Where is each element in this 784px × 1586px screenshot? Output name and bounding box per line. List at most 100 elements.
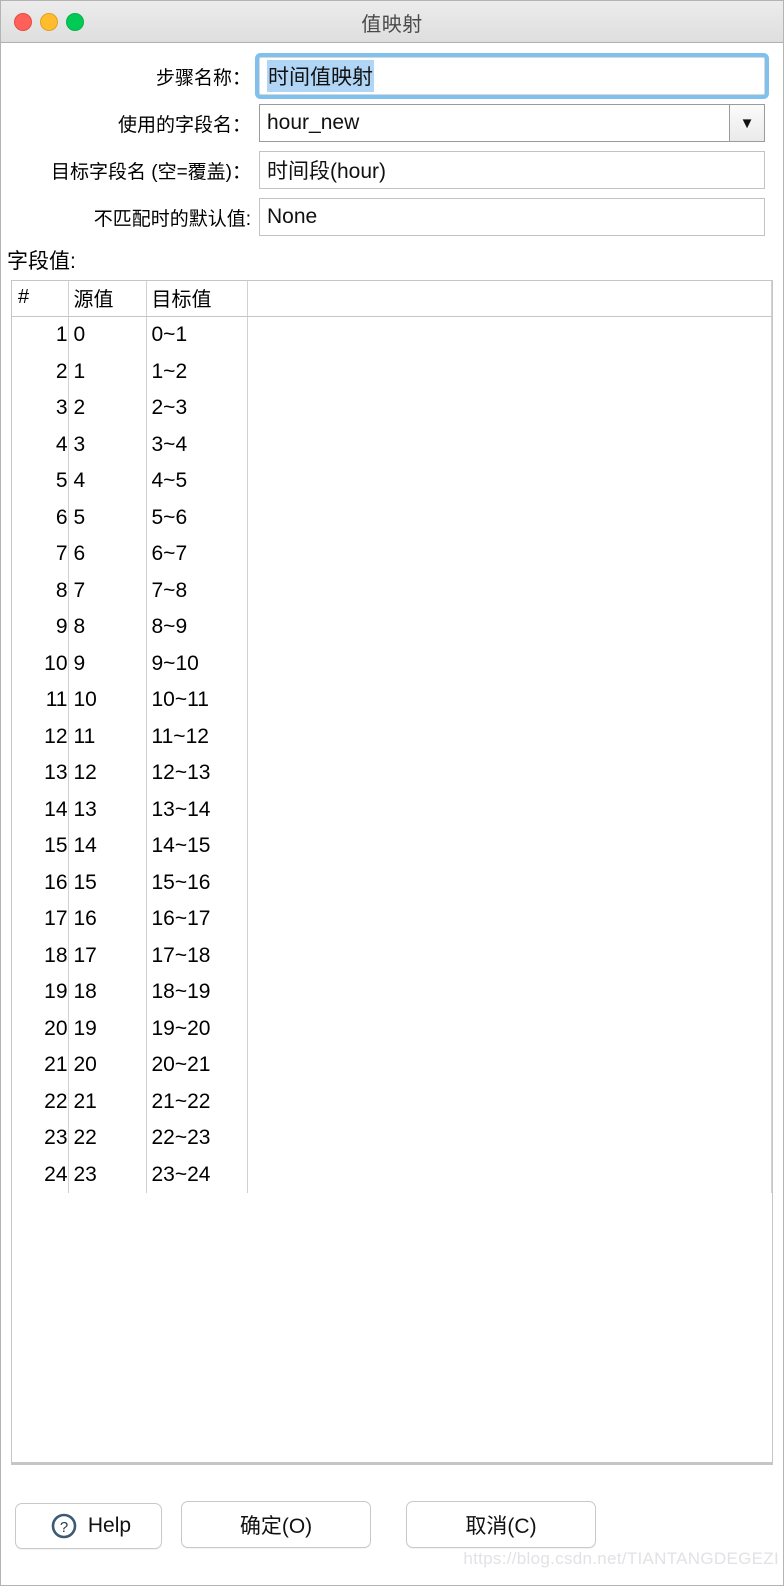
table-row[interactable]: 10 9 9~10 bbox=[12, 645, 772, 682]
cell-index[interactable]: 9 bbox=[12, 609, 69, 646]
cell-index[interactable]: 11 bbox=[12, 682, 69, 719]
table-row[interactable]: 5 4 4~5 bbox=[12, 463, 772, 500]
cell-source[interactable]: 18 bbox=[68, 974, 147, 1011]
cell-source[interactable]: 1 bbox=[68, 353, 147, 390]
cell-filler[interactable] bbox=[247, 718, 772, 755]
ok-button[interactable]: 确定(O) bbox=[181, 1501, 371, 1548]
cell-index[interactable]: 14 bbox=[12, 791, 69, 828]
table-row[interactable]: 9 8 8~9 bbox=[12, 609, 772, 646]
cell-target[interactable]: 5~6 bbox=[146, 499, 248, 536]
cell-filler[interactable] bbox=[247, 791, 772, 828]
cell-index[interactable]: 4 bbox=[12, 426, 69, 463]
cell-source[interactable]: 22 bbox=[68, 1120, 147, 1157]
cell-source[interactable]: 19 bbox=[68, 1010, 147, 1047]
table-row[interactable]: 1 0 0~1 bbox=[12, 316, 772, 354]
cell-filler[interactable] bbox=[247, 901, 772, 938]
column-header-source[interactable]: 源值 bbox=[68, 281, 147, 317]
cell-target[interactable]: 11~12 bbox=[146, 718, 248, 755]
cell-target[interactable]: 9~10 bbox=[146, 645, 248, 682]
cell-source[interactable]: 8 bbox=[68, 609, 147, 646]
cell-index[interactable]: 16 bbox=[12, 864, 69, 901]
cell-index[interactable]: 20 bbox=[12, 1010, 69, 1047]
cell-index[interactable]: 22 bbox=[12, 1083, 69, 1120]
cell-source[interactable]: 11 bbox=[68, 718, 147, 755]
cell-index[interactable]: 2 bbox=[12, 353, 69, 390]
cell-index[interactable]: 21 bbox=[12, 1047, 69, 1084]
table-row[interactable]: 14 13 13~14 bbox=[12, 791, 772, 828]
cell-source[interactable]: 3 bbox=[68, 426, 147, 463]
cell-source[interactable]: 5 bbox=[68, 499, 147, 536]
cell-index[interactable]: 19 bbox=[12, 974, 69, 1011]
cell-target[interactable]: 16~17 bbox=[146, 901, 248, 938]
cell-filler[interactable] bbox=[247, 1083, 772, 1120]
cell-index[interactable]: 17 bbox=[12, 901, 69, 938]
cell-filler[interactable] bbox=[247, 828, 772, 865]
cell-index[interactable]: 1 bbox=[12, 316, 69, 354]
table-row[interactable]: 6 5 5~6 bbox=[12, 499, 772, 536]
cell-index[interactable]: 13 bbox=[12, 755, 69, 792]
table-row[interactable]: 21 20 20~21 bbox=[12, 1047, 772, 1084]
cell-target[interactable]: 7~8 bbox=[146, 572, 248, 609]
cell-filler[interactable] bbox=[247, 353, 772, 390]
cell-source[interactable]: 16 bbox=[68, 901, 147, 938]
table-row[interactable]: 4 3 3~4 bbox=[12, 426, 772, 463]
chevron-down-icon[interactable]: ▼ bbox=[729, 105, 764, 141]
cell-target[interactable]: 20~21 bbox=[146, 1047, 248, 1084]
cell-source[interactable]: 17 bbox=[68, 937, 147, 974]
help-button[interactable]: ? Help bbox=[15, 1503, 162, 1549]
cell-source[interactable]: 12 bbox=[68, 755, 147, 792]
cell-target[interactable]: 18~19 bbox=[146, 974, 248, 1011]
cell-filler[interactable] bbox=[247, 682, 772, 719]
cell-index[interactable]: 23 bbox=[12, 1120, 69, 1157]
cell-index[interactable]: 15 bbox=[12, 828, 69, 865]
step-name-input[interactable]: 时间值映射 bbox=[259, 57, 765, 95]
cell-target[interactable]: 22~23 bbox=[146, 1120, 248, 1157]
cell-target[interactable]: 8~9 bbox=[146, 609, 248, 646]
table-row[interactable]: 2 1 1~2 bbox=[12, 353, 772, 390]
cell-target[interactable]: 0~1 bbox=[146, 316, 248, 354]
table-row[interactable]: 24 23 23~24 bbox=[12, 1156, 772, 1193]
cell-source[interactable]: 20 bbox=[68, 1047, 147, 1084]
cell-filler[interactable] bbox=[247, 499, 772, 536]
table-row[interactable]: 11 10 10~11 bbox=[12, 682, 772, 719]
cell-filler[interactable] bbox=[247, 645, 772, 682]
cell-target[interactable]: 10~11 bbox=[146, 682, 248, 719]
cell-filler[interactable] bbox=[247, 426, 772, 463]
cell-source[interactable]: 13 bbox=[68, 791, 147, 828]
cell-source[interactable]: 10 bbox=[68, 682, 147, 719]
table-row[interactable]: 15 14 14~15 bbox=[12, 828, 772, 865]
cell-target[interactable]: 4~5 bbox=[146, 463, 248, 500]
cell-index[interactable]: 5 bbox=[12, 463, 69, 500]
table-row[interactable]: 7 6 6~7 bbox=[12, 536, 772, 573]
cell-filler[interactable] bbox=[247, 1120, 772, 1157]
cell-target[interactable]: 13~14 bbox=[146, 791, 248, 828]
cell-source[interactable]: 23 bbox=[68, 1156, 147, 1193]
table-row[interactable]: 13 12 12~13 bbox=[12, 755, 772, 792]
source-field-combobox[interactable]: hour_new ▼ bbox=[259, 104, 765, 142]
cell-source[interactable]: 9 bbox=[68, 645, 147, 682]
field-values-table[interactable]: # 源值 目标值 1 0 0~1 2 1 1~2 3 2 2~3 4 3 3~4 5 4 4~5 6 5 5~6 7… bbox=[11, 280, 773, 1465]
cell-target[interactable]: 3~4 bbox=[146, 426, 248, 463]
cell-target[interactable]: 14~15 bbox=[146, 828, 248, 865]
cell-index[interactable]: 3 bbox=[12, 390, 69, 427]
cell-filler[interactable] bbox=[247, 1010, 772, 1047]
cell-source[interactable]: 15 bbox=[68, 864, 147, 901]
cell-target[interactable]: 12~13 bbox=[146, 755, 248, 792]
cell-source[interactable]: 0 bbox=[68, 316, 147, 354]
cell-filler[interactable] bbox=[247, 974, 772, 1011]
cell-index[interactable]: 12 bbox=[12, 718, 69, 755]
table-row[interactable]: 18 17 17~18 bbox=[12, 937, 772, 974]
cell-source[interactable]: 6 bbox=[68, 536, 147, 573]
cell-filler[interactable] bbox=[247, 1156, 772, 1193]
cell-source[interactable]: 14 bbox=[68, 828, 147, 865]
cell-target[interactable]: 6~7 bbox=[146, 536, 248, 573]
cell-target[interactable]: 21~22 bbox=[146, 1083, 248, 1120]
cell-index[interactable]: 18 bbox=[12, 937, 69, 974]
cell-index[interactable]: 10 bbox=[12, 645, 69, 682]
cell-target[interactable]: 1~2 bbox=[146, 353, 248, 390]
cell-source[interactable]: 21 bbox=[68, 1083, 147, 1120]
target-field-input[interactable]: 时间段(hour) bbox=[259, 151, 765, 189]
cell-filler[interactable] bbox=[247, 390, 772, 427]
cell-filler[interactable] bbox=[247, 755, 772, 792]
cell-target[interactable]: 15~16 bbox=[146, 864, 248, 901]
